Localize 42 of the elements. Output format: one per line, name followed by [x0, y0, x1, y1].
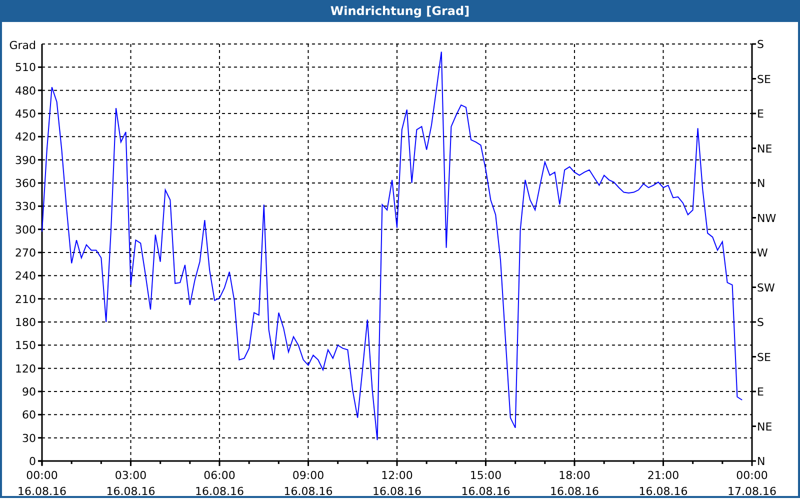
axis-tick-label: 240 [15, 270, 36, 283]
axis-tick-label: NW [757, 212, 776, 225]
axis-tick-label: 390 [15, 154, 36, 167]
axis-tick-label: 420 [15, 130, 36, 144]
axis-tick-label: 03:00 16.08.16 [106, 469, 156, 496]
axis-tick-label: 360 [15, 177, 36, 190]
axis-tick-label: 210 [15, 292, 36, 306]
axis-tick-label: E [757, 386, 764, 398]
axis-tick-label: 18:00 16.08.16 [550, 469, 599, 496]
window-title: Windrichtung [Grad] [330, 4, 470, 18]
axis-tick-label: SE [757, 72, 771, 86]
axis-tick-label: 90 [22, 386, 36, 398]
axis-tick-label: 60 [22, 408, 36, 422]
axis-tick-label: S [757, 38, 764, 51]
axis-tick-label: 21:00 16.08.16 [638, 469, 688, 496]
axis-tick-label: N [757, 177, 766, 190]
axis-tick-label: 12:00 16.08.16 [372, 469, 422, 496]
axis-tick-label: 06:00 16.08.16 [195, 469, 244, 496]
axis-tick-label: SW [757, 281, 775, 294]
axis-tick-label: W [757, 246, 768, 260]
axis-tick-label: N [757, 455, 766, 468]
axis-tick-label: 09:00 16.08.16 [284, 469, 333, 496]
axis-tick-label: 0 [29, 455, 36, 468]
axis-tick-label: 180 [15, 316, 36, 329]
axis-title: Grad [9, 39, 36, 52]
axis-tick-label: 480 [15, 84, 36, 98]
axis-tick-label: 00:00 16.08.16 [18, 469, 66, 496]
axis-tick-label: 00:00 17.08.16 [728, 469, 776, 496]
axis-tick-label: 270 [15, 246, 36, 260]
axis-tick-label: NE [757, 420, 772, 434]
axis-tick-label: 120 [15, 362, 36, 376]
axis-tick-label: S [757, 316, 764, 329]
axis-tick-label: 150 [15, 339, 36, 352]
axis-tick-label: 510 [15, 61, 36, 74]
axis-tick-label: E [757, 108, 764, 120]
axis-tick-label: 15:00 16.08.16 [461, 469, 510, 496]
axis-tick-label: 330 [15, 200, 36, 214]
axis-tick-label: 30 [22, 432, 36, 445]
axis-tick-label: SE [757, 350, 771, 364]
axis-tick-label: 300 [15, 223, 36, 236]
axis-tick-label: 450 [15, 108, 36, 120]
axis-tick-label: NE [757, 142, 772, 156]
